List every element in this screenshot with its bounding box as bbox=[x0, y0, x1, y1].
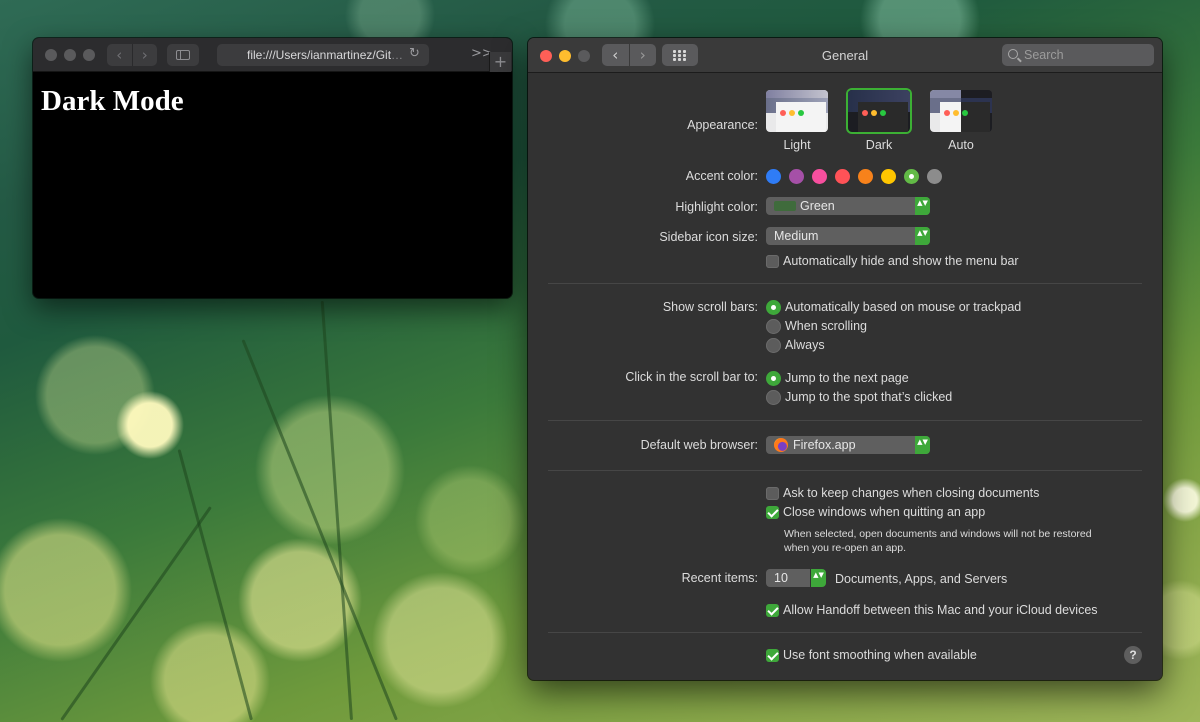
close-windows-label: Close windows when quitting an app bbox=[783, 505, 986, 519]
jump-to-spot-label: Jump to the spot that’s clicked bbox=[785, 390, 953, 404]
appearance-label: Appearance: bbox=[687, 118, 758, 132]
preferences-window: ‹ › General Search Appearance: Light Dar… bbox=[528, 38, 1162, 680]
grass-blade bbox=[241, 339, 398, 721]
popup-arrows-icon: ▲▼ bbox=[915, 436, 930, 454]
thumb-menubar bbox=[766, 90, 828, 98]
highlight-color-label: Highlight color: bbox=[675, 200, 758, 214]
section-divider bbox=[548, 470, 1142, 471]
show-scroll-bars-label: Show scroll bars: bbox=[662, 300, 758, 314]
scroll-bars-scrolling-label: When scrolling bbox=[785, 319, 867, 333]
popup-arrows-icon: ▲▼ bbox=[915, 197, 930, 215]
click-scroll-bar-label: Click in the scroll bar to: bbox=[625, 370, 758, 384]
appearance-auto-option[interactable] bbox=[930, 90, 992, 132]
thumb-window bbox=[858, 102, 908, 132]
search-icon bbox=[1008, 49, 1018, 59]
popup-arrows-icon: ▲▼ bbox=[915, 227, 930, 245]
font-smoothing-checkbox[interactable] bbox=[766, 649, 779, 662]
font-smoothing-label: Use font smoothing when available bbox=[783, 648, 977, 662]
jump-next-page-label: Jump to the next page bbox=[785, 371, 909, 385]
accent-color-swatch[interactable] bbox=[812, 169, 827, 184]
grass-blade bbox=[177, 449, 253, 721]
recent-items-suffix: Documents, Apps, and Servers bbox=[835, 572, 1008, 586]
address-text: file:///Users/ianmartinez/Git bbox=[247, 48, 392, 62]
section-divider bbox=[548, 283, 1142, 284]
thumb-lights bbox=[862, 110, 886, 116]
browser-back-button[interactable]: ‹ bbox=[107, 44, 132, 66]
browser-close-button[interactable] bbox=[45, 49, 57, 61]
highlight-color-value: Green bbox=[800, 199, 835, 213]
address-bar[interactable]: file:///Users/ianmartinez/Git… bbox=[217, 44, 429, 66]
auto-hide-menu-checkbox[interactable] bbox=[766, 255, 779, 268]
auto-hide-menu-label: Automatically hide and show the menu bar bbox=[783, 254, 1019, 268]
appearance-light-option[interactable] bbox=[766, 90, 828, 132]
thumb-lights bbox=[780, 110, 804, 116]
accent-color-swatch[interactable] bbox=[766, 169, 781, 184]
ask-keep-changes-checkbox[interactable] bbox=[766, 487, 779, 500]
help-button[interactable]: ? bbox=[1124, 646, 1142, 664]
ask-keep-changes-label: Ask to keep changes when closing documen… bbox=[783, 486, 1040, 500]
page-heading: Dark Mode bbox=[41, 85, 184, 117]
browser-forward-button[interactable]: › bbox=[131, 44, 158, 66]
search-placeholder: Search bbox=[1024, 48, 1064, 62]
close-windows-note-line-2: when you re-open an app. bbox=[784, 542, 907, 554]
section-divider bbox=[548, 632, 1142, 633]
recent-items-field[interactable]: 10 bbox=[766, 569, 810, 587]
recent-items-stepper[interactable]: ▲▼ bbox=[811, 569, 826, 587]
jump-next-page-radio[interactable] bbox=[766, 371, 781, 386]
close-windows-checkbox[interactable] bbox=[766, 506, 779, 519]
firefox-icon bbox=[774, 438, 788, 452]
scroll-bars-auto-label: Automatically based on mouse or trackpad bbox=[785, 300, 1022, 314]
highlight-swatch bbox=[774, 201, 796, 211]
thumb-window bbox=[940, 102, 990, 132]
scroll-bars-always-radio[interactable] bbox=[766, 338, 781, 353]
accent-color-label: Accent color: bbox=[685, 169, 758, 183]
browser-nav-group: ‹ › bbox=[107, 44, 157, 66]
sidebar-toggle-button[interactable] bbox=[167, 44, 199, 66]
appearance-dark-option[interactable] bbox=[848, 90, 910, 132]
default-browser-popup[interactable]: Firefox.app ▲▼ bbox=[766, 436, 930, 454]
sidebar-icon-size-label: Sidebar icon size: bbox=[659, 230, 758, 244]
preferences-titlebar: ‹ › General Search bbox=[528, 38, 1162, 73]
appearance-auto-label: Auto bbox=[948, 138, 974, 152]
thumb-window bbox=[776, 102, 826, 132]
appearance-dark-label: Dark bbox=[865, 138, 893, 152]
new-tab-button[interactable]: + bbox=[489, 52, 511, 72]
scroll-bars-always-label: Always bbox=[785, 338, 825, 352]
accent-color-swatch[interactable] bbox=[881, 169, 896, 184]
accent-color-swatch[interactable] bbox=[904, 169, 919, 184]
reload-icon[interactable]: ↻ bbox=[409, 47, 423, 61]
thumb-lights bbox=[944, 110, 968, 116]
recent-items-value: 10 bbox=[774, 571, 788, 585]
sidebar-icon-size-value: Medium bbox=[774, 229, 819, 243]
address-fade: … bbox=[391, 48, 404, 62]
scroll-bars-scrolling-radio[interactable] bbox=[766, 319, 781, 334]
appearance-light-label: Light bbox=[783, 138, 811, 152]
accent-color-swatch[interactable] bbox=[858, 169, 873, 184]
grass-blade bbox=[320, 300, 353, 721]
search-field[interactable]: Search bbox=[1002, 44, 1154, 66]
section-divider bbox=[548, 420, 1142, 421]
jump-to-spot-radio[interactable] bbox=[766, 390, 781, 405]
highlight-color-popup[interactable]: Green ▲▼ bbox=[766, 197, 930, 215]
default-browser-label: Default web browser: bbox=[640, 438, 758, 452]
default-browser-value: Firefox.app bbox=[793, 438, 856, 452]
handoff-checkbox[interactable] bbox=[766, 604, 779, 617]
thumb-menubar bbox=[930, 90, 992, 98]
accent-color-swatch[interactable] bbox=[789, 169, 804, 184]
browser-window: ‹ › file:///Users/ianmartinez/Git… ↻ >> … bbox=[33, 38, 512, 298]
close-windows-note-line-1: When selected, open documents and window… bbox=[784, 528, 1092, 540]
recent-items-label: Recent items: bbox=[681, 571, 758, 585]
browser-toolbar: ‹ › file:///Users/ianmartinez/Git… ↻ >> … bbox=[33, 38, 512, 72]
handoff-label: Allow Handoff between this Mac and your … bbox=[783, 603, 1098, 617]
accent-color-swatch[interactable] bbox=[927, 169, 942, 184]
browser-zoom-button[interactable] bbox=[83, 49, 95, 61]
scroll-bars-auto-radio[interactable] bbox=[766, 300, 781, 315]
accent-color-swatch[interactable] bbox=[835, 169, 850, 184]
grass-blade bbox=[60, 506, 212, 721]
sidebar-icon bbox=[176, 50, 190, 60]
sidebar-icon-size-popup[interactable]: Medium ▲▼ bbox=[766, 227, 930, 245]
browser-minimize-button[interactable] bbox=[64, 49, 76, 61]
